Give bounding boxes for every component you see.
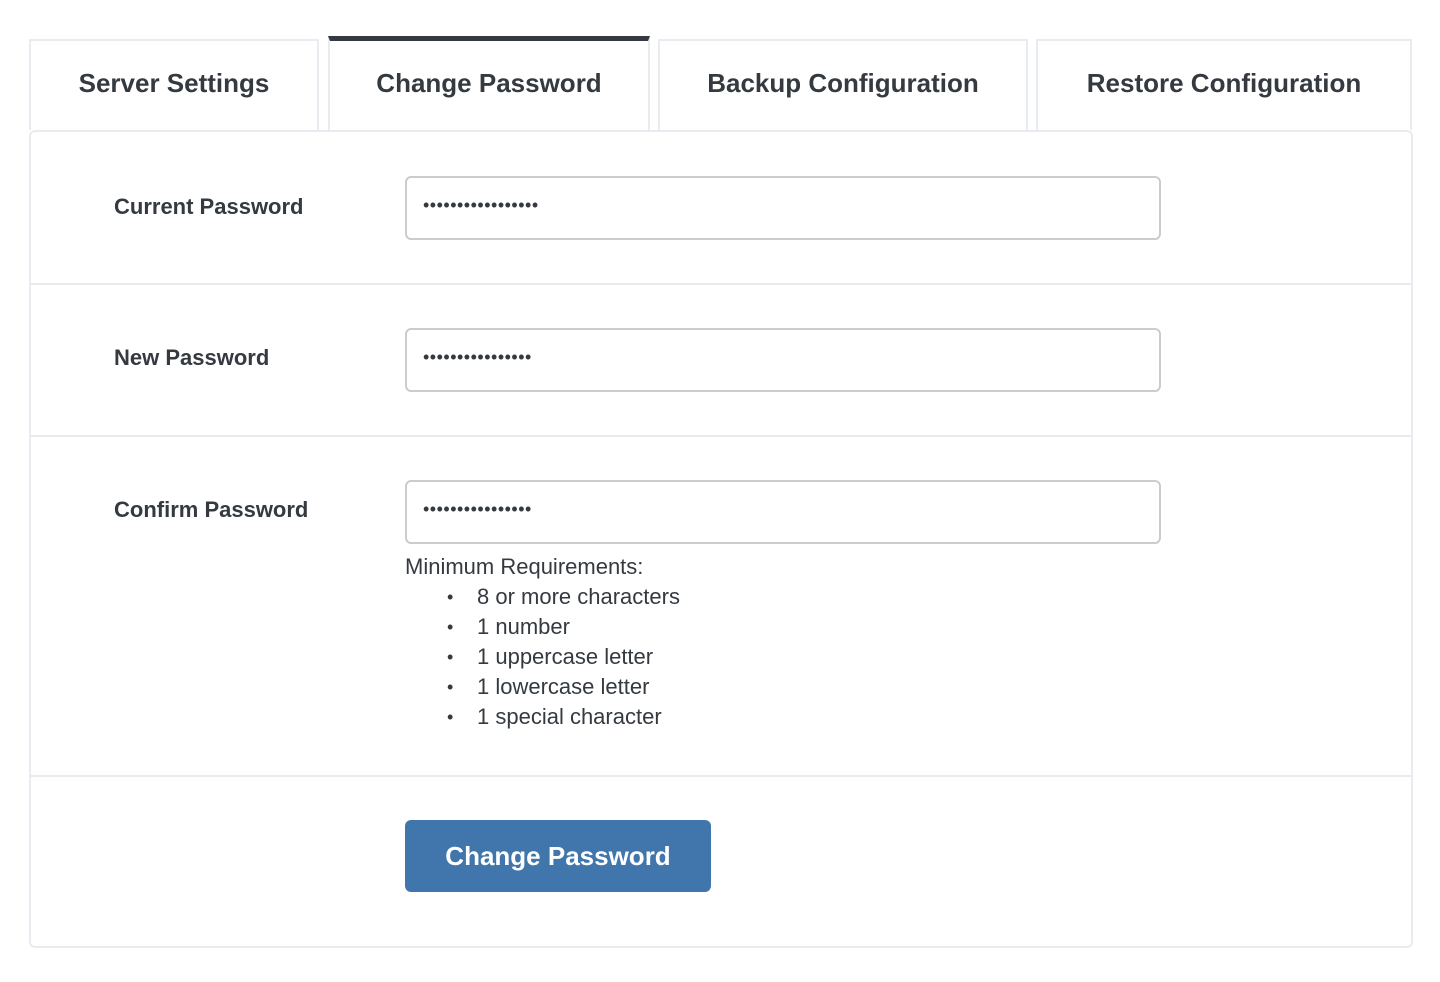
- current-password-input[interactable]: •••••••••••••••••: [405, 176, 1161, 240]
- new-password-row: New Password ••••••••••••••••: [31, 285, 1411, 437]
- requirement-item: • 1 lowercase letter: [447, 672, 680, 702]
- confirm-password-input[interactable]: ••••••••••••••••: [405, 480, 1161, 544]
- current-password-label: Current Password: [114, 194, 304, 219]
- tab-label: Server Settings: [78, 68, 270, 98]
- bullet-icon: •: [447, 647, 454, 667]
- new-password-value: ••••••••••••••••: [423, 346, 532, 367]
- change-password-panel: Current Password ••••••••••••••••• New P…: [29, 130, 1413, 948]
- bullet-icon: •: [447, 617, 454, 637]
- confirm-password-value: ••••••••••••••••: [423, 498, 532, 519]
- current-password-value: •••••••••••••••••: [423, 194, 539, 215]
- password-requirements: Minimum Requirements: • 8 or more charact…: [405, 552, 680, 732]
- requirement-text: 8 or more characters: [477, 584, 680, 609]
- bullet-icon: •: [447, 587, 454, 607]
- tab-label: Restore Configuration: [1086, 68, 1362, 98]
- requirement-item: • 8 or more characters: [447, 582, 680, 612]
- requirement-text: 1 lowercase letter: [477, 674, 650, 699]
- requirements-list: • 8 or more characters • 1 number • 1 upper…: [405, 582, 680, 732]
- tab-label: Change Password: [376, 68, 602, 98]
- settings-tabs: Server Settings Change Password Backup C…: [29, 36, 1412, 132]
- tab-change-password[interactable]: Change Password: [328, 36, 650, 130]
- requirement-text: 1 special character: [477, 704, 662, 729]
- current-password-row: Current Password •••••••••••••••••: [31, 132, 1411, 285]
- requirement-item: • 1 uppercase letter: [447, 642, 680, 672]
- requirement-text: 1 uppercase letter: [477, 644, 654, 669]
- tab-restore-configuration[interactable]: Restore Configuration: [1036, 39, 1412, 130]
- confirm-password-row: Confirm Password ••••••••••••••••: [31, 437, 1411, 777]
- tab-server-settings[interactable]: Server Settings: [29, 39, 319, 130]
- confirm-password-label: Confirm Password: [114, 497, 309, 522]
- bullet-icon: •: [447, 707, 454, 727]
- change-password-button[interactable]: Change Password: [405, 820, 711, 892]
- tab-backup-configuration[interactable]: Backup Configuration: [658, 39, 1028, 130]
- new-password-input[interactable]: ••••••••••••••••: [405, 328, 1161, 392]
- new-password-label: New Password: [114, 345, 270, 370]
- requirement-text: 1 number: [477, 614, 570, 639]
- tab-label: Backup Configuration: [707, 68, 979, 98]
- bullet-icon: •: [447, 677, 454, 697]
- requirement-item: • 1 special character: [447, 702, 680, 732]
- requirements-title: Minimum Requirements:: [405, 554, 644, 579]
- requirement-item: • 1 number: [447, 612, 680, 642]
